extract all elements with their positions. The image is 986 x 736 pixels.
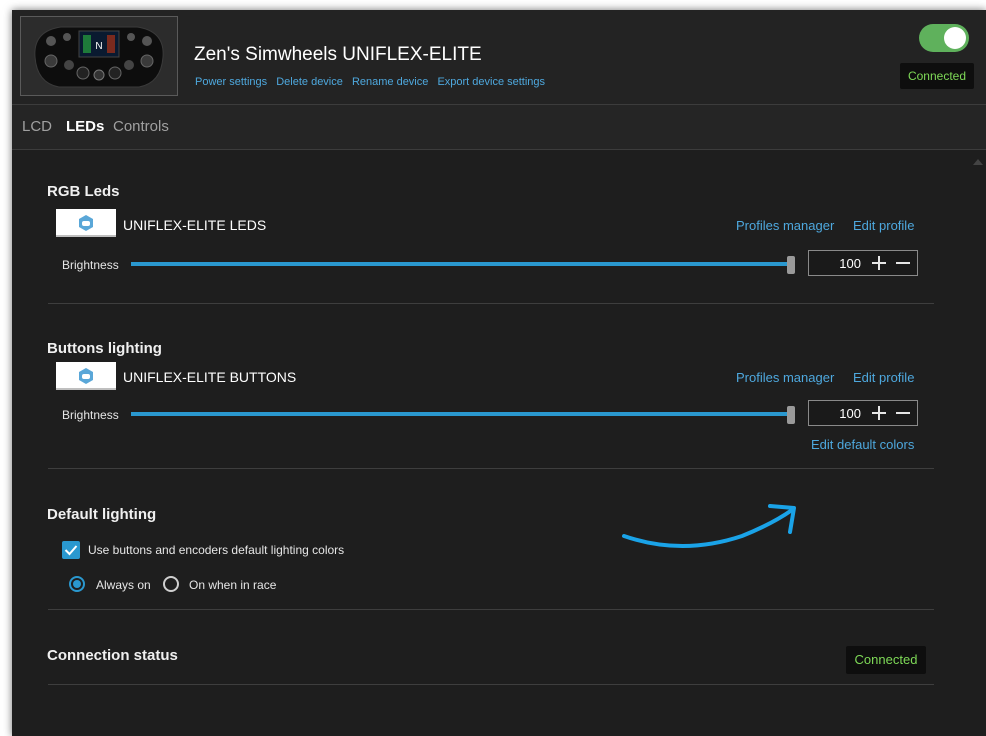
device-enable-toggle[interactable]: [919, 24, 969, 52]
buttons-brightness-slider[interactable]: [131, 406, 795, 424]
device-name: Zen's Simwheels UNIFLEX-ELITE: [194, 44, 482, 65]
radio-on-when-in-race[interactable]: [163, 576, 179, 592]
slider-thumb[interactable]: [787, 406, 795, 424]
connection-status-badge: Connected: [846, 646, 926, 674]
section-divider: [48, 684, 934, 685]
rename-device-link[interactable]: Rename device: [352, 76, 428, 88]
buttons-profile-name: UNIFLEX-ELITE BUTTONS: [123, 369, 297, 385]
default-colors-checkbox[interactable]: [62, 541, 80, 559]
rgb-brightness-slider[interactable]: [131, 256, 795, 274]
plus-icon[interactable]: [869, 403, 889, 423]
power-settings-link[interactable]: Power settings: [195, 76, 267, 88]
tab-leds[interactable]: LEDs: [66, 118, 104, 135]
rgb-brightness-label: Brightness: [62, 258, 119, 272]
slider-fill: [131, 412, 795, 416]
rgb-profile-thumbnail[interactable]: [56, 209, 116, 237]
check-icon: [64, 545, 78, 556]
device-header: N Zen's Simwheels UNIFLEX-ELITE Power se…: [12, 10, 986, 105]
rgb-leds-title: RGB Leds: [47, 183, 120, 200]
rgb-edit-profile-link[interactable]: Edit profile: [853, 218, 914, 233]
tab-controls[interactable]: Controls: [113, 118, 169, 135]
section-divider: [48, 303, 934, 304]
leds-panel: RGB Leds UNIFLEX-ELITE LEDS Profiles man…: [12, 150, 986, 736]
rgb-profile-name: UNIFLEX-ELITE LEDS: [123, 217, 267, 233]
connection-status-title: Connection status: [47, 647, 178, 664]
tab-lcd[interactable]: LCD: [22, 118, 52, 135]
edit-default-colors-link[interactable]: Edit default colors: [811, 437, 914, 452]
plus-icon[interactable]: [869, 253, 889, 273]
default-lighting-title: Default lighting: [47, 506, 157, 523]
tab-bar: LCD LEDs Controls: [12, 105, 986, 150]
buttons-brightness-label: Brightness: [62, 408, 119, 422]
buttons-lighting-title: Buttons lighting: [47, 340, 162, 357]
scroll-up-arrow-icon[interactable]: [973, 159, 983, 165]
rgb-brightness-stepper[interactable]: 100: [808, 250, 918, 276]
slider-fill: [131, 262, 795, 266]
rgb-profiles-manager-link[interactable]: Profiles manager: [736, 218, 834, 233]
slider-thumb[interactable]: [787, 256, 795, 274]
app-window: N Zen's Simwheels UNIFLEX-ELITE Power se…: [12, 10, 986, 736]
buttons-profile-thumbnail[interactable]: [56, 362, 116, 390]
header-status-badge: Connected: [900, 63, 974, 89]
device-actions: Power settings Delete device Rename devi…: [195, 76, 551, 88]
rgb-brightness-value[interactable]: 100: [809, 256, 861, 271]
controller-hex-icon: [79, 368, 93, 384]
radio-on-when-in-race-label[interactable]: On when in race: [189, 578, 276, 592]
export-device-settings-link[interactable]: Export device settings: [437, 76, 545, 88]
delete-device-link[interactable]: Delete device: [276, 76, 343, 88]
svg-text:N: N: [95, 41, 102, 52]
minus-icon[interactable]: [893, 403, 913, 423]
default-colors-checkbox-label[interactable]: Use buttons and encoders default lightin…: [88, 543, 344, 557]
buttons-profiles-manager-link[interactable]: Profiles manager: [736, 370, 834, 385]
minus-icon[interactable]: [893, 253, 913, 273]
device-image: N: [20, 16, 178, 96]
buttons-edit-profile-link[interactable]: Edit profile: [853, 370, 914, 385]
radio-dot: [73, 580, 81, 588]
section-divider: [48, 609, 934, 610]
radio-always-on-label[interactable]: Always on: [96, 578, 151, 592]
buttons-brightness-stepper[interactable]: 100: [808, 400, 918, 426]
controller-hex-icon: [79, 215, 93, 231]
radio-always-on[interactable]: [69, 576, 85, 592]
toggle-knob: [944, 27, 966, 49]
buttons-brightness-value[interactable]: 100: [809, 406, 861, 421]
section-divider: [48, 468, 934, 469]
